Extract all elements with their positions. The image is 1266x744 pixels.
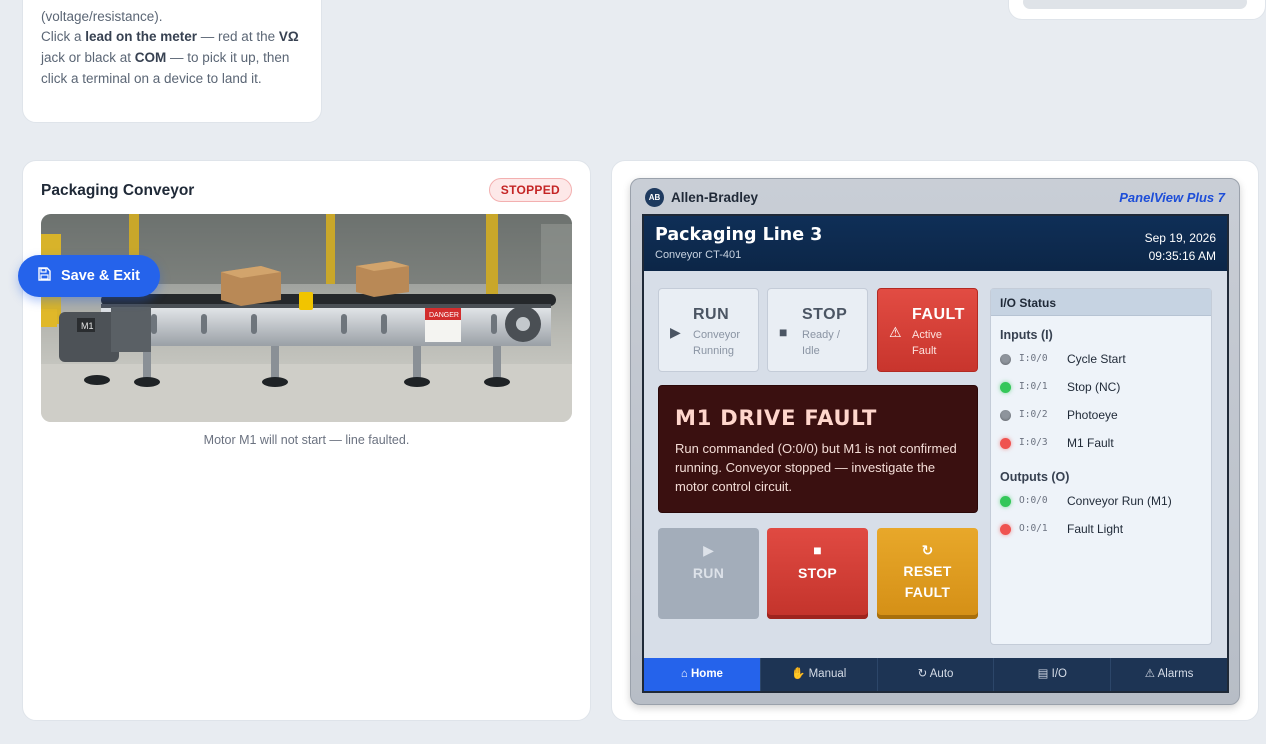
nav-tab-manual[interactable]: ✋ Manual xyxy=(761,658,878,691)
nav-tab-io[interactable]: ▤ I/O xyxy=(994,658,1112,691)
status-tile-sub: Conveyor Running xyxy=(693,329,741,357)
brand-name: Allen-Bradley xyxy=(671,190,759,205)
save-exit-label: Save & Exit xyxy=(61,268,140,284)
instructions-text: Click a lead on the meter — red at the V… xyxy=(41,29,299,86)
alarm-title: M1 DRIVE FAULT xyxy=(675,406,878,430)
hmi-header: Packaging Line 3 Conveyor CT-401 Sep 19,… xyxy=(644,216,1227,271)
status-led-icon xyxy=(1000,382,1011,393)
play-icon: ▶ xyxy=(703,542,714,558)
stop-button[interactable]: ■ STOP xyxy=(767,528,868,619)
io-row: I:0/2 Photoeye xyxy=(1000,407,1205,425)
alarm-banner: M1 DRIVE FAULT Run commanded (O:0/0) but… xyxy=(658,385,978,513)
io-status-title: I/O Status xyxy=(991,289,1211,316)
io-row: I:0/0 Cycle Start xyxy=(1000,351,1205,369)
conveyor-panel: Packaging Conveyor STOPPED M1 DANGER Mot… xyxy=(22,160,591,721)
run-button[interactable]: ▶ RUN xyxy=(658,528,759,619)
status-tile-title: STOP xyxy=(802,306,848,323)
hmi-screen: Packaging Line 3 Conveyor CT-401 Sep 19,… xyxy=(642,214,1229,693)
nav-tab-auto[interactable]: ↻ Auto xyxy=(878,658,995,691)
save-icon xyxy=(38,267,51,285)
save-exit-button[interactable]: Save & Exit xyxy=(18,255,160,297)
io-name: Stop (NC) xyxy=(1067,380,1121,394)
status-tile-stop: ■ STOP Ready / Idle xyxy=(767,288,868,372)
status-led-icon xyxy=(1000,410,1011,421)
stop-button-label: STOP xyxy=(797,565,838,581)
instructions-line: (voltage/resistance). xyxy=(41,9,163,24)
run-button-label: RUN xyxy=(692,565,725,581)
io-address: O:0/1 xyxy=(1019,523,1048,534)
alarm-message: Run commanded (O:0/0) but M1 is not conf… xyxy=(675,441,957,494)
io-address: O:0/0 xyxy=(1019,495,1048,506)
stop-square-icon: ■ xyxy=(813,542,822,558)
io-name: Cycle Start xyxy=(1067,352,1126,366)
hmi-date: Sep 19, 2026 xyxy=(1144,231,1216,245)
io-name: Conveyor Run (M1) xyxy=(1067,494,1172,508)
play-icon: ▶ xyxy=(670,324,681,340)
io-address: I:0/3 xyxy=(1019,437,1048,448)
io-row: I:0/3 M1 Fault xyxy=(1000,435,1205,453)
status-led-icon xyxy=(1000,496,1011,507)
line-title: Packaging Line 3 xyxy=(655,225,823,245)
io-status-panel: I/O Status Inputs (I) I:0/0 Cycle Start I:… xyxy=(990,288,1212,645)
hmi-nav-bar: ⌂ Home ✋ Manual ↻ Auto ▤ I/O ⚠ Alarms xyxy=(644,658,1227,691)
io-row: I:0/1 Stop (NC) xyxy=(1000,379,1205,397)
panel-title: Packaging Conveyor xyxy=(41,182,195,199)
status-led-icon xyxy=(1000,524,1011,535)
io-address: I:0/0 xyxy=(1019,353,1048,364)
io-name: Fault Light xyxy=(1067,522,1124,536)
io-address: I:0/2 xyxy=(1019,409,1048,420)
status-tile-sub: Ready / Idle xyxy=(802,329,840,357)
status-tile-title: RUN xyxy=(693,306,730,323)
warning-triangle-icon: ⚠ xyxy=(889,324,902,340)
nav-tab-home[interactable]: ⌂ Home xyxy=(644,658,761,691)
status-tile-sub: Active Fault xyxy=(912,329,942,357)
top-right-card xyxy=(1008,0,1266,20)
outputs-label: Outputs (O) xyxy=(1000,470,1070,484)
conveyor-photo: M1 DANGER xyxy=(41,214,572,422)
reset-icon: ↻ xyxy=(921,542,934,558)
hmi-panel-card: AB Allen-Bradley PanelView Plus 7 Packag… xyxy=(611,160,1259,721)
hmi-bezel: AB Allen-Bradley PanelView Plus 7 Packag… xyxy=(630,178,1240,705)
io-row: O:0/1 Fault Light xyxy=(1000,521,1205,539)
status-tile-fault: ⚠ FAULT Active Fault xyxy=(877,288,978,372)
instructions-card: (voltage/resistance). Click a lead on th… xyxy=(22,0,322,123)
status-led-icon xyxy=(1000,354,1011,365)
status-tile-title: FAULT xyxy=(912,306,965,323)
photo-caption: Motor M1 will not start — line faulted. xyxy=(203,433,410,447)
reset-fault-button[interactable]: ↻ RESET FAULT xyxy=(877,528,978,619)
io-name: M1 Fault xyxy=(1067,436,1114,450)
status-badge: STOPPED xyxy=(488,178,572,202)
reset-button-label: RESET FAULT xyxy=(903,563,952,600)
hmi-time: 09:35:16 AM xyxy=(1148,249,1216,263)
status-tile-run: ▶ RUN Conveyor Running xyxy=(658,288,759,372)
scroll-placeholder-bar xyxy=(1023,0,1247,9)
io-row: O:0/0 Conveyor Run (M1) xyxy=(1000,493,1205,511)
allen-bradley-logo: AB xyxy=(645,188,664,207)
nav-tab-alarms[interactable]: ⚠ Alarms xyxy=(1111,658,1227,691)
conveyor-id: Conveyor CT-401 xyxy=(655,249,742,261)
photo-motor-label: M1 xyxy=(81,321,94,331)
io-name: Photoeye xyxy=(1067,408,1118,422)
hmi-model: PanelView Plus 7 xyxy=(1119,190,1225,205)
inputs-label: Inputs (I) xyxy=(1000,328,1053,342)
io-address: I:0/1 xyxy=(1019,381,1048,392)
hmi-brand: AB Allen-Bradley xyxy=(645,188,758,207)
stop-square-icon: ■ xyxy=(779,324,788,340)
photo-warning-label: DANGER xyxy=(429,312,459,319)
status-led-icon xyxy=(1000,438,1011,449)
